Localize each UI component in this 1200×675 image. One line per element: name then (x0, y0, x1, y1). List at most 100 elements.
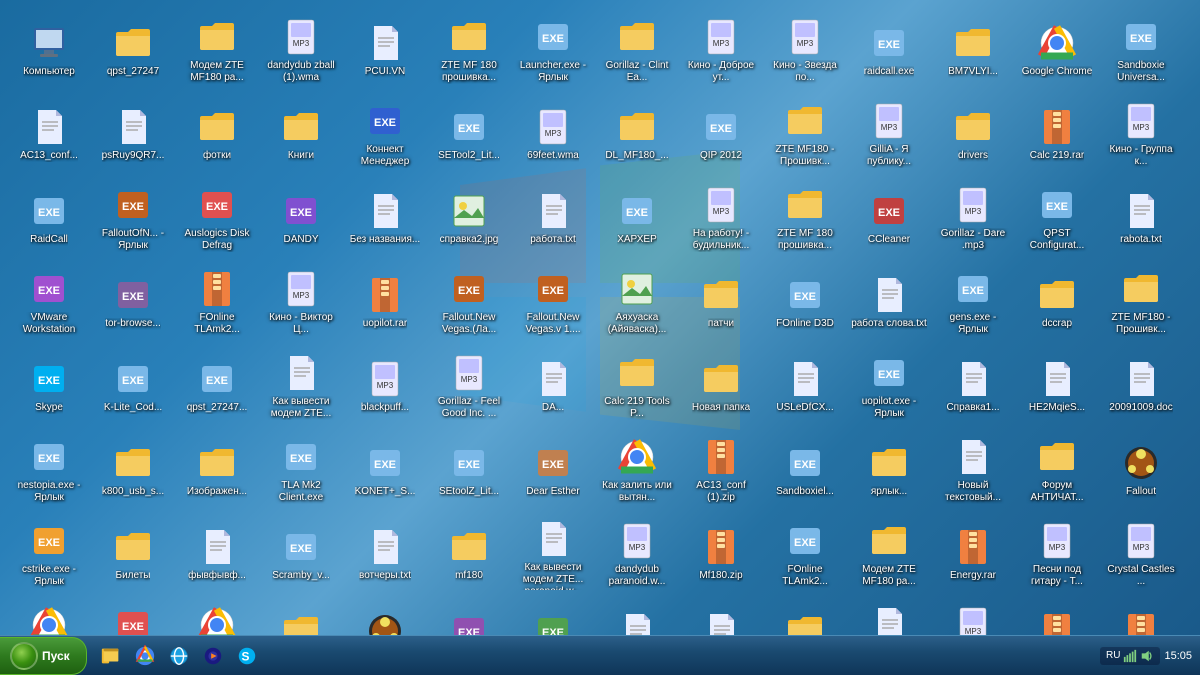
icon-80[interactable]: EXE Sandboxiel... (765, 429, 845, 511)
icon-107[interactable]: key.txt (681, 597, 761, 635)
taskbar-skype[interactable]: S (231, 640, 263, 672)
icon-6[interactable]: ZTE MF 180 прошивка... (429, 9, 509, 91)
icon-77[interactable]: EXE Dear Esther (513, 429, 593, 511)
icon-87[interactable]: фывфывф... (177, 513, 257, 595)
icon-51[interactable]: патчи (681, 261, 761, 343)
icon-59[interactable]: EXE qpst_27247... (177, 345, 257, 427)
icon-19[interactable]: EXE Коннект Менеджер (345, 93, 425, 175)
icon-81[interactable]: ярлык... (849, 429, 929, 511)
icon-57[interactable]: EXE Skype (9, 345, 89, 427)
icon-47[interactable]: uopilot.rar (345, 261, 425, 343)
icon-93[interactable]: Mf180.zip (681, 513, 761, 595)
icon-64[interactable]: Calc 219 Tools P... (597, 345, 677, 427)
icon-82[interactable]: Новый текстовый... (933, 429, 1013, 511)
icon-63[interactable]: DA... (513, 345, 593, 427)
icon-104[interactable]: EXE Mumble (429, 597, 509, 635)
icon-48[interactable]: EXE Fallout.New Vegas.(Ла... (429, 261, 509, 343)
icon-12[interactable]: BM7VLYI... (933, 9, 1013, 91)
icon-108[interactable]: microemul... (765, 597, 845, 635)
icon-10[interactable]: MP3 Кино - Звезда по... (765, 9, 845, 91)
icon-14[interactable]: EXE Sandboxie Universa... (1101, 9, 1181, 91)
icon-43[interactable]: EXE VMware Workstation (9, 261, 89, 343)
icon-39[interactable]: EXE CCleaner (849, 177, 929, 259)
icon-21[interactable]: MP3 69feet.wma (513, 93, 593, 175)
icon-109[interactable]: Как залить или встян... (849, 597, 929, 635)
icon-102[interactable]: Многрточие (261, 597, 341, 635)
icon-100[interactable]: EXE ArtMoney SE v7.41 (93, 597, 173, 635)
icon-11[interactable]: EXE raidcall.exe (849, 9, 929, 91)
icon-1[interactable]: Компьютер (9, 9, 89, 91)
icon-95[interactable]: Модем ZTE MF180 ра... (849, 513, 929, 595)
start-button[interactable]: Пуск (0, 637, 87, 675)
icon-73[interactable]: Изображен... (177, 429, 257, 511)
icon-24[interactable]: ZTE MF180 - Прошивк... (765, 93, 845, 175)
icon-38[interactable]: ZTE MF 180 прошивка... (765, 177, 845, 259)
taskbar-ie[interactable] (163, 640, 195, 672)
icon-85[interactable]: EXE cstrike.exe - Ярлык (9, 513, 89, 595)
icon-61[interactable]: MP3 blackpuff... (345, 345, 425, 427)
taskbar-chrome[interactable] (129, 640, 161, 672)
icon-50[interactable]: Аяхуаска (Айяваска)... (597, 261, 677, 343)
icon-37[interactable]: MP3 На работу! - будильник... (681, 177, 761, 259)
icon-88[interactable]: EXE Scramby_v... (261, 513, 341, 595)
icon-42[interactable]: rabota.txt (1101, 177, 1181, 259)
icon-76[interactable]: EXE SEtoolZ_Lit... (429, 429, 509, 511)
icon-58[interactable]: EXE K-Lite_Cod... (93, 345, 173, 427)
icon-53[interactable]: работа слова.txt (849, 261, 929, 343)
icon-9[interactable]: MP3 Кино - Доброе ут... (681, 9, 761, 91)
icon-32[interactable]: EXE DANDY (261, 177, 341, 259)
icon-90[interactable]: mf180 (429, 513, 509, 595)
icon-18[interactable]: Книги (261, 93, 341, 175)
icon-75[interactable]: EXE KONET+_S... (345, 429, 425, 511)
icon-23[interactable]: EXE QIP 2012 (681, 93, 761, 175)
icon-31[interactable]: EXE Auslogics Disk Defrag (177, 177, 257, 259)
icon-83[interactable]: Форум АНТИЧАТ... (1017, 429, 1097, 511)
icon-112[interactable]: usbflash (1).zip (1101, 597, 1181, 635)
icon-34[interactable]: справка2.jpg (429, 177, 509, 259)
icon-56[interactable]: ZTE MF180 - Прошивк... (1101, 261, 1181, 343)
icon-52[interactable]: EXE FOnline D3D (765, 261, 845, 343)
icon-35[interactable]: работа.txt (513, 177, 593, 259)
icon-45[interactable]: FOnline TLAmk2... (177, 261, 257, 343)
icon-44[interactable]: EXE tor-browse... (93, 261, 173, 343)
taskbar-media[interactable] (197, 640, 229, 672)
icon-16[interactable]: psRuy9QR7... (93, 93, 173, 175)
icon-15[interactable]: AC13_conf... (9, 93, 89, 175)
icon-84[interactable]: Fallout (1101, 429, 1181, 511)
icon-91[interactable]: Как вывести модем ZTE... paranoid.w... (513, 513, 593, 595)
icon-74[interactable]: EXE TLA Mk2 Client.exe (261, 429, 341, 511)
icon-25[interactable]: MP3 GilliA - Я публику... (849, 93, 929, 175)
icon-41[interactable]: EXE QPST Configurat... (1017, 177, 1097, 259)
icon-96[interactable]: Energy.rar (933, 513, 1013, 595)
icon-46[interactable]: MP3 Кино - Виктор Ц... (261, 261, 341, 343)
icon-89[interactable]: вотчеры.txt (345, 513, 425, 595)
icon-79[interactable]: AC13_conf (1).zip (681, 429, 761, 511)
icon-69[interactable]: HE2MqieS... (1017, 345, 1097, 427)
icon-111[interactable]: PCUI.rar (1017, 597, 1097, 635)
icon-94[interactable]: EXE FOnline TLAmk2... (765, 513, 845, 595)
icon-72[interactable]: k800_usb_s... (93, 429, 173, 511)
icon-3[interactable]: Модем ZTE MF180 ра... (177, 9, 257, 91)
icon-27[interactable]: Calc 219.rar (1017, 93, 1097, 175)
icon-28[interactable]: MP3 Кино - Группа к... (1101, 93, 1181, 175)
icon-60[interactable]: Как вывести модем ZTE... (261, 345, 341, 427)
icon-78[interactable]: Как залить или вытян... (597, 429, 677, 511)
icon-68[interactable]: Справка1... (933, 345, 1013, 427)
icon-66[interactable]: USLeDfCX... (765, 345, 845, 427)
icon-49[interactable]: EXE Fallout.New Vegas.v 1.... (513, 261, 593, 343)
icon-92[interactable]: MP3 dandydub paranoid.w... (597, 513, 677, 595)
icon-103[interactable]: Fallout 2 (345, 597, 425, 635)
icon-110[interactable]: MP3 dandydub razmatazz... (933, 597, 1013, 635)
icon-22[interactable]: DL_MF180_... (597, 93, 677, 175)
icon-8[interactable]: Gorillaz - Clint Ea... (597, 9, 677, 91)
icon-70[interactable]: 20091009.doc (1101, 345, 1181, 427)
icon-7[interactable]: EXE Launcher.exe - Ярлык (513, 9, 593, 91)
icon-5[interactable]: PCUI.VN (345, 9, 425, 91)
icon-13[interactable]: Google Chrome (1017, 9, 1097, 91)
icon-65[interactable]: Новая папка (681, 345, 761, 427)
icon-86[interactable]: Билеты (93, 513, 173, 595)
icon-17[interactable]: фотки (177, 93, 257, 175)
icon-106[interactable]: фывфв.txt (597, 597, 677, 635)
icon-30[interactable]: EXE FalloutOfN... - Ярлык (93, 177, 173, 259)
icon-29[interactable]: EXE RaidCall (9, 177, 89, 259)
